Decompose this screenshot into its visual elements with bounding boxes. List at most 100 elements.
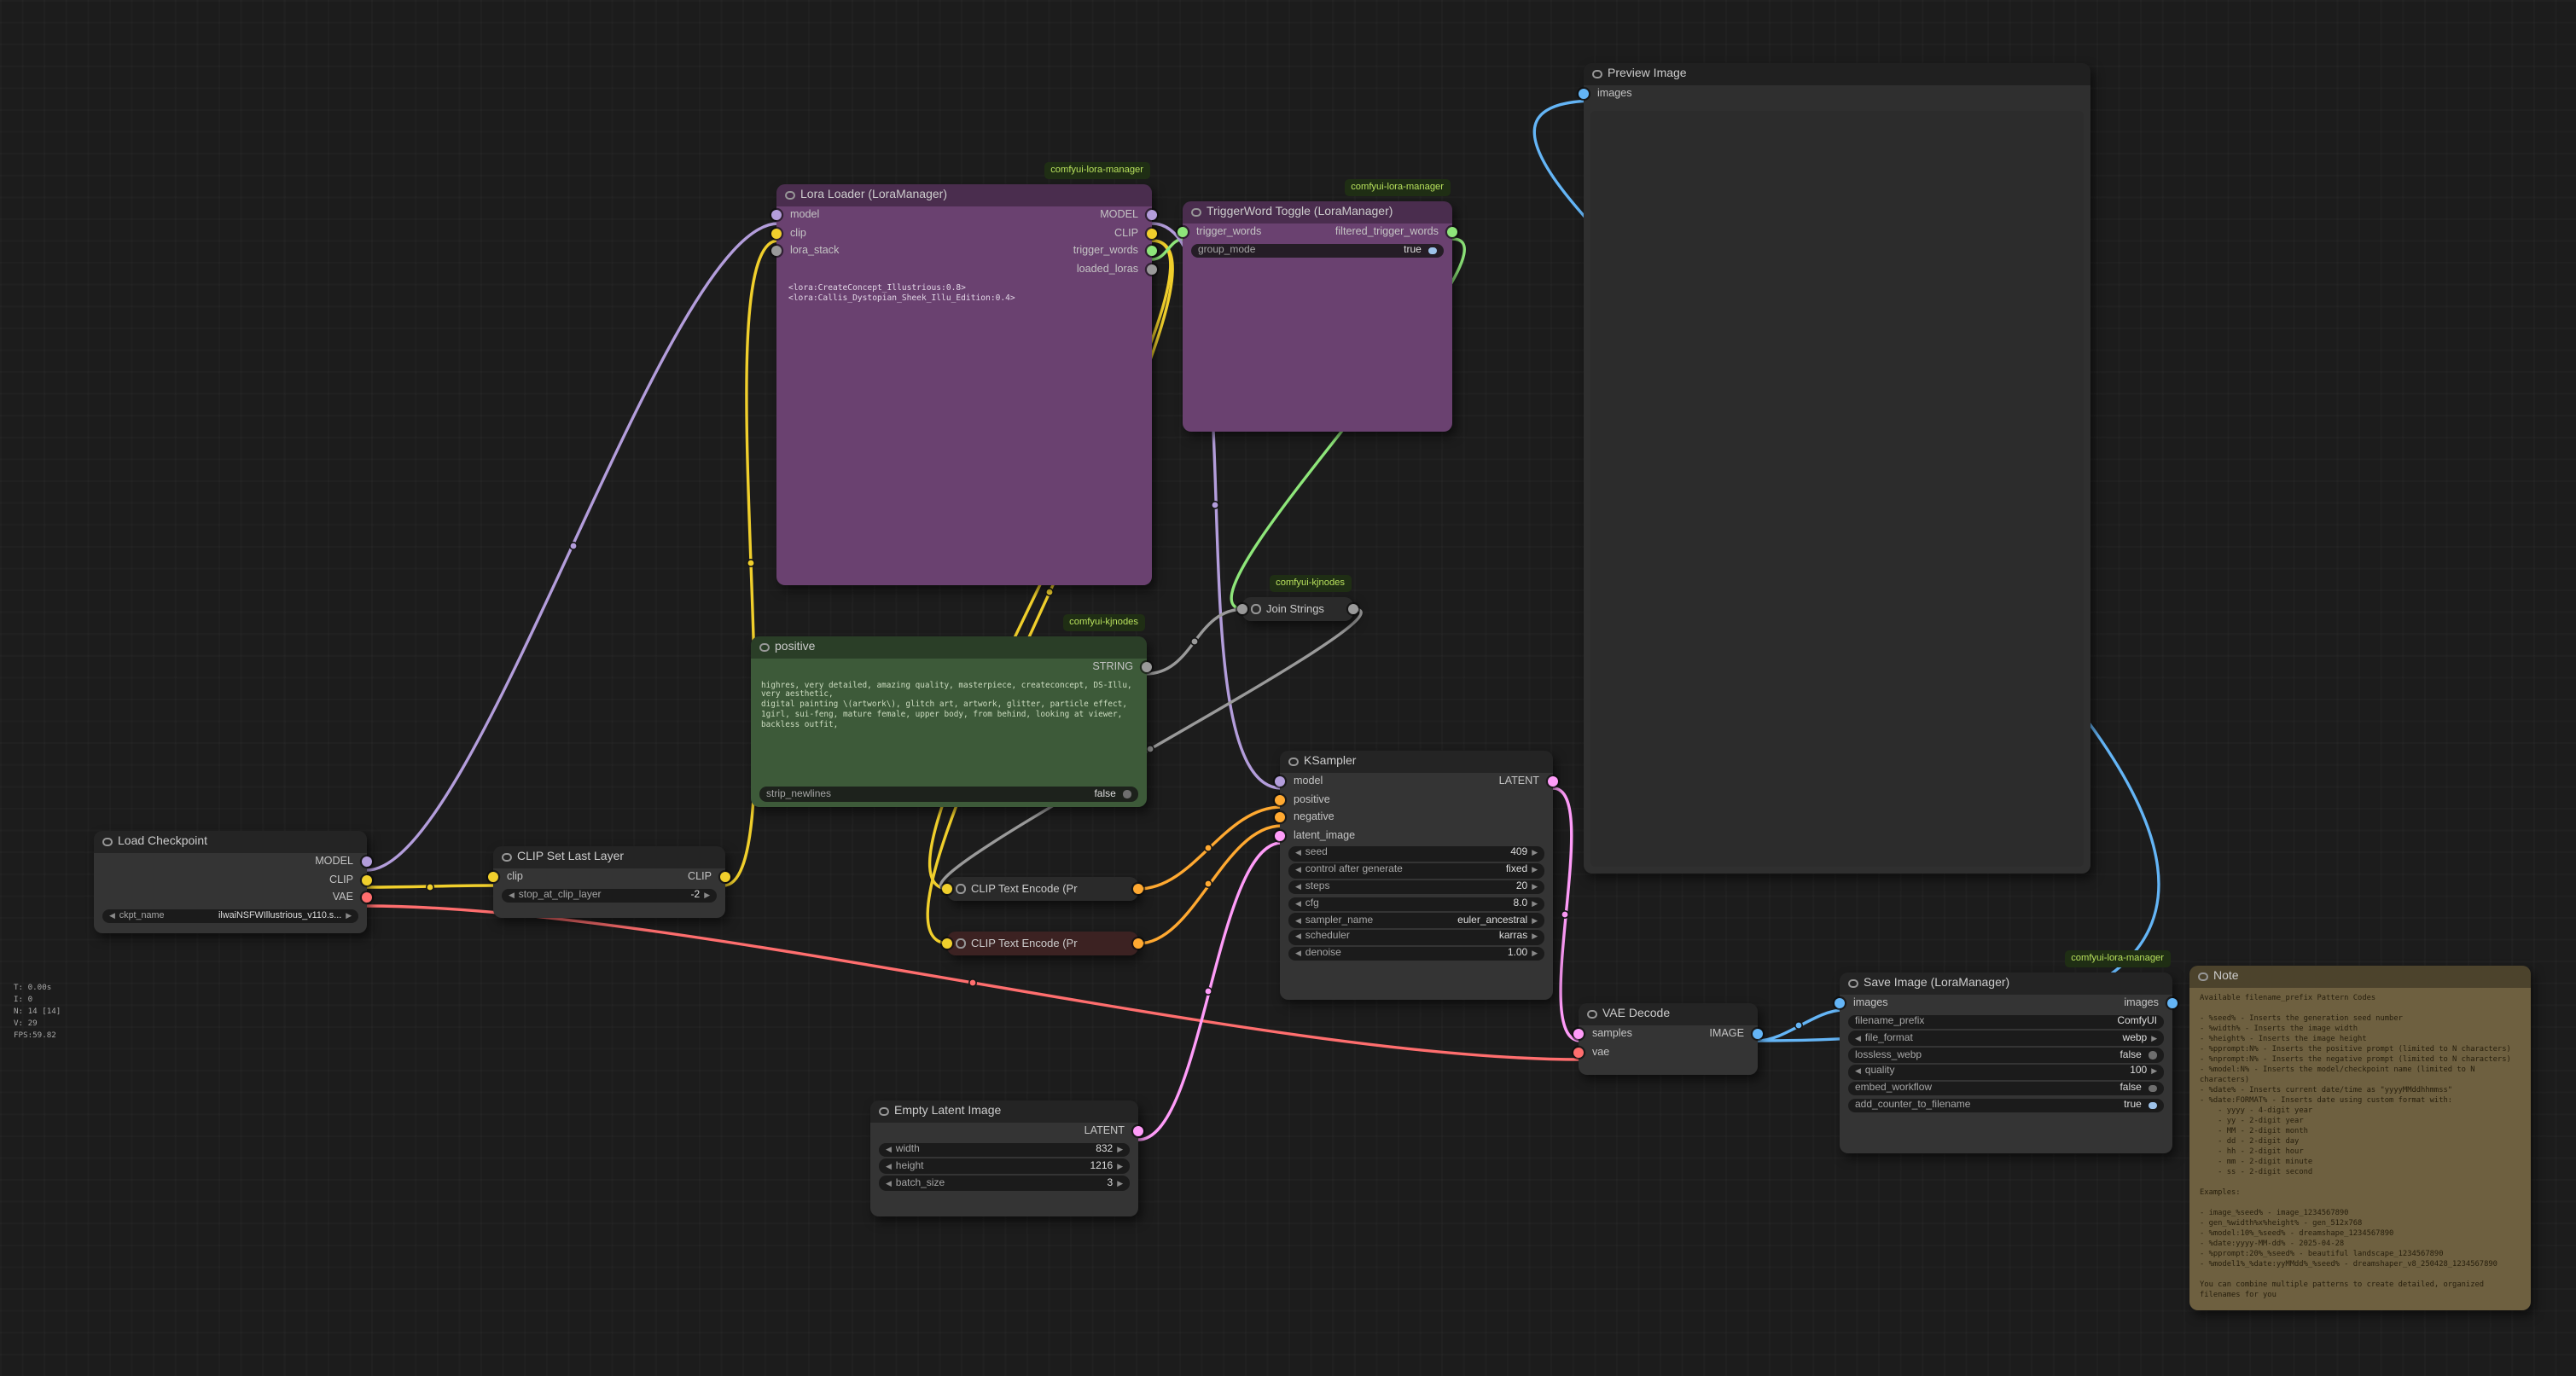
node-positive-prompt[interactable]: comfyui-kjnodes positive STRING highres,…	[751, 636, 1147, 807]
collapse-dot[interactable]	[1587, 1010, 1596, 1019]
prev-arrow-icon[interactable]: ◀	[1295, 932, 1301, 943]
input-slot-model[interactable]	[771, 211, 782, 221]
title-bar[interactable]: positive	[751, 636, 1147, 659]
collapse-dot[interactable]	[785, 191, 794, 200]
increment-arrow-icon[interactable]: ▶	[704, 891, 710, 901]
title-bar[interactable]: Note	[2189, 966, 2531, 988]
output-slot-clip[interactable]	[720, 873, 730, 883]
input-slot-model[interactable]	[1275, 777, 1285, 787]
node-empty-latent-image[interactable]: Empty Latent Image LATENT ◀ width 832 ▶ …	[870, 1100, 1138, 1216]
control-after-generate-widget[interactable]: ◀ control after generate fixed ▶	[1288, 863, 1544, 878]
decrement-arrow-icon[interactable]: ◀	[886, 1162, 892, 1172]
next-arrow-icon[interactable]: ▶	[1532, 915, 1538, 926]
prev-arrow-icon[interactable]: ◀	[1295, 915, 1301, 926]
output-slot-model[interactable]	[1147, 211, 1157, 221]
toggle-dot-icon[interactable]	[2149, 1052, 2157, 1060]
next-arrow-icon[interactable]: ▶	[1532, 932, 1538, 943]
input-slot-images[interactable]	[1579, 90, 1589, 100]
lora-syntax-text[interactable]: <lora:CreateConcept_Illustrious:0.8> <lo…	[776, 278, 1152, 313]
sampler-name-widget[interactable]: ◀ sampler_name euler_ancestral ▶	[1288, 914, 1544, 928]
increment-arrow-icon[interactable]: ▶	[1532, 949, 1538, 959]
denoise-widget[interactable]: ◀ denoise 1.00 ▶	[1288, 947, 1544, 961]
increment-arrow-icon[interactable]: ▶	[1117, 1178, 1123, 1188]
collapse-dot[interactable]	[956, 885, 965, 894]
node-preview-image[interactable]: Preview Image images	[1584, 63, 2090, 874]
title-bar[interactable]: CLIP Set Last Layer	[493, 846, 725, 868]
prev-arrow-icon[interactable]: ◀	[1855, 1034, 1861, 1044]
title-bar[interactable]: Load Checkpoint	[94, 831, 367, 853]
decrement-arrow-icon[interactable]: ◀	[1295, 899, 1301, 909]
steps-widget[interactable]: ◀ steps 20 ▶	[1288, 880, 1544, 895]
title-bar[interactable]: Save Image (LoraManager)	[1840, 972, 2172, 995]
filename-prefix-widget[interactable]: filename_prefix ComfyUI	[1848, 1014, 2164, 1029]
strip-newlines-toggle[interactable]: strip_newlines false	[759, 787, 1138, 802]
output-slot-model[interactable]	[362, 857, 372, 868]
embed-workflow-toggle[interactable]: embed_workflow false	[1848, 1082, 2164, 1096]
title-bar[interactable]: CLIP Text Encode (Pr	[947, 932, 1138, 955]
input-slot-clip-text[interactable]	[942, 884, 952, 894]
node-clip-set-last-layer[interactable]: CLIP Set Last Layer clip CLIP ◀ stop_at_…	[493, 846, 725, 918]
input-slot-positive[interactable]	[1275, 795, 1285, 805]
input-slot-clip[interactable]	[771, 229, 782, 239]
stop-at-clip-layer-widget[interactable]: ◀ stop_at_clip_layer -2 ▶	[502, 888, 717, 903]
output-slot-latent[interactable]	[1548, 777, 1558, 787]
title-bar[interactable]: Join Strings	[1242, 597, 1353, 621]
prompt-textarea[interactable]: highres, very detailed, amazing quality,…	[751, 676, 1147, 736]
input-slot-clip[interactable]	[488, 873, 498, 883]
output-slot-conditioning[interactable]	[1133, 884, 1143, 894]
quality-widget[interactable]: ◀ quality 100 ▶	[1848, 1065, 2164, 1079]
output-slot-trigger-words[interactable]	[1147, 247, 1157, 257]
width-widget[interactable]: ◀ width 832 ▶	[879, 1142, 1130, 1157]
decrement-arrow-icon[interactable]: ◀	[1855, 1067, 1861, 1077]
note-text[interactable]: Available filename_prefix Pattern Codes …	[2189, 988, 2531, 1309]
collapse-dot[interactable]	[759, 643, 769, 653]
decrement-arrow-icon[interactable]: ◀	[509, 891, 515, 901]
output-slot-clip[interactable]	[1147, 229, 1157, 239]
node-vae-decode[interactable]: VAE Decode samples IMAGE vae	[1579, 1003, 1758, 1075]
next-arrow-icon[interactable]: ▶	[1532, 866, 1538, 876]
output-slot-loaded-loras[interactable]	[1147, 264, 1157, 275]
increment-arrow-icon[interactable]: ▶	[2151, 1067, 2157, 1077]
toggle-dot-icon[interactable]	[2149, 1101, 2157, 1109]
collapse-dot[interactable]	[1288, 758, 1298, 767]
file-format-widget[interactable]: ◀ file_format webp ▶	[1848, 1031, 2164, 1046]
output-slot-filtered-trigger-words[interactable]	[1447, 228, 1457, 238]
next-arrow-icon[interactable]: ▶	[2151, 1034, 2157, 1044]
output-slot-string[interactable]	[1348, 604, 1358, 614]
collapse-dot[interactable]	[1191, 208, 1201, 218]
node-graph-canvas[interactable]: Load Checkpoint MODEL CLIP VAE ◀ ckpt_na…	[0, 0, 2576, 1376]
node-triggerword-toggle[interactable]: comfyui-lora-manager TriggerWord Toggle …	[1183, 201, 1452, 432]
seed-widget[interactable]: ◀ seed 409 ▶	[1288, 846, 1544, 861]
output-slot-image[interactable]	[1753, 1030, 1763, 1040]
input-slot-vae[interactable]	[1573, 1048, 1584, 1058]
collapse-dot[interactable]	[956, 939, 965, 949]
increment-arrow-icon[interactable]: ▶	[1532, 899, 1538, 909]
output-slot-string[interactable]	[1142, 663, 1152, 673]
title-bar[interactable]: Empty Latent Image	[870, 1100, 1138, 1123]
node-lora-loader[interactable]: comfyui-lora-manager Lora Loader (LoraMa…	[776, 184, 1152, 585]
increment-arrow-icon[interactable]: ▶	[1532, 882, 1538, 892]
next-arrow-icon[interactable]: ▶	[346, 911, 352, 921]
batch-size-widget[interactable]: ◀ batch_size 3 ▶	[879, 1176, 1130, 1191]
prev-arrow-icon[interactable]: ◀	[1295, 866, 1301, 876]
decrement-arrow-icon[interactable]: ◀	[886, 1178, 892, 1188]
collapse-dot[interactable]	[1592, 70, 1602, 79]
title-bar[interactable]: TriggerWord Toggle (LoraManager)	[1183, 201, 1452, 224]
decrement-arrow-icon[interactable]: ◀	[1295, 849, 1301, 859]
title-bar[interactable]: KSampler	[1280, 751, 1553, 773]
input-slot-lora-stack[interactable]	[771, 247, 782, 257]
output-slot-conditioning[interactable]	[1133, 938, 1143, 949]
prev-arrow-icon[interactable]: ◀	[109, 911, 115, 921]
collapse-dot[interactable]	[1251, 605, 1260, 614]
title-bar[interactable]: Preview Image	[1584, 63, 2090, 85]
collapse-dot[interactable]	[502, 853, 511, 862]
input-slot-negative[interactable]	[1275, 813, 1285, 823]
input-slot-latent-image[interactable]	[1275, 831, 1285, 841]
increment-arrow-icon[interactable]: ▶	[1117, 1162, 1123, 1172]
input-slot-clip-text[interactable]	[942, 938, 952, 949]
scheduler-widget[interactable]: ◀ scheduler karras ▶	[1288, 930, 1544, 944]
title-bar[interactable]: VAE Decode	[1579, 1003, 1758, 1025]
toggle-dot-icon[interactable]	[2149, 1085, 2157, 1093]
input-slot-trigger-words[interactable]	[1178, 228, 1188, 238]
increment-arrow-icon[interactable]: ▶	[1532, 849, 1538, 859]
